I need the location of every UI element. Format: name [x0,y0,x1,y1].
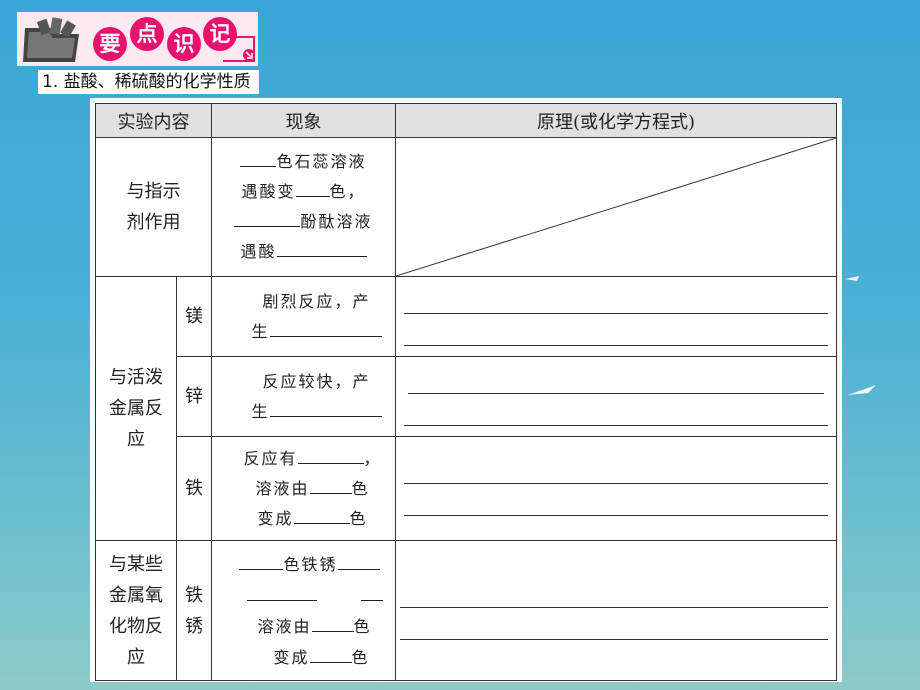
sparkle-icon [848,385,876,395]
answer-blank[interactable] [295,178,330,197]
answer-blank[interactable] [337,551,380,570]
answer-blank[interactable] [246,582,317,601]
phenomenon-magnesium: 剧烈反应，产 生 [211,276,396,357]
equation-line[interactable] [404,345,828,346]
metal-magnesium: 镁 [176,276,212,357]
equation-iron [395,436,837,541]
equation-line[interactable] [400,639,828,640]
table-row: 与某些 金属氧 化物反 应 铁 锈 色铁锈 溶液由色 变成色 [95,540,837,681]
equation-magnesium [395,276,837,357]
arrow-down-right-icon [243,49,255,61]
answer-blank[interactable] [360,582,383,601]
badge-char-1: 要 [93,27,127,61]
phenomenon-indicator: 色石蕊溶液 遇酸变 色， 酚酞溶液 遇酸 [211,137,396,277]
phenomenon-zinc: 反应较快，产 生 [211,356,396,437]
equation-line[interactable] [404,483,828,484]
badge-char-3: 识 [167,27,201,61]
phenomenon-iron: 反应有， 溶液由色 变成色 [211,436,396,541]
equation-rust [395,540,837,681]
sparkle-icon [845,276,859,281]
answer-blank[interactable] [240,148,277,167]
equation-zinc [395,356,837,437]
equation-line[interactable] [404,515,828,516]
answer-blank[interactable] [234,208,301,227]
answer-blank[interactable] [309,644,352,663]
principle-crossed-out [395,137,837,277]
row-label-oxides: 与某些 金属氧 化物反 应 [95,540,177,681]
answer-blank[interactable] [269,318,382,337]
table-row: 与活泼 金属反 应 镁 剧烈反应，产 生 [95,276,837,541]
answer-blank[interactable] [293,505,350,524]
table-row: 铁 反应有， 溶液由色 变成色 [96,436,837,541]
equation-line[interactable] [404,425,828,426]
section-badge: 要 点 识 记 [17,12,258,66]
oxide-rust: 铁 锈 [176,540,212,681]
answer-blank[interactable] [297,445,364,464]
table-row: 与指示 剂作用 色石蕊溶液 遇酸变 色， 酚酞溶液 遇酸 [95,137,837,277]
equation-line[interactable] [404,313,828,314]
header-phenomenon: 现象 [211,103,396,138]
answer-blank[interactable] [276,238,367,257]
header-experiment: 实验内容 [95,103,212,138]
equation-line[interactable] [408,393,824,394]
acid-properties-table: 实验内容 现象 原理(或化学方程式) 与指示 剂作用 色石蕊溶液 遇酸变 色， 酚… [95,103,837,681]
answer-blank[interactable] [269,398,382,417]
table-row: 锌 反应较快，产 生 [96,356,837,437]
answer-blank[interactable] [239,551,284,570]
badge-char-2: 点 [130,17,164,51]
equation-line[interactable] [400,607,828,608]
metal-zinc: 锌 [176,356,212,437]
section-subtitle: 1. 盐酸、稀硫酸的化学性质 [38,70,259,94]
answer-blank[interactable] [309,475,352,494]
phenomenon-rust: 色铁锈 溶液由色 变成色 [211,540,396,681]
row-label-metals: 与活泼 金属反 应 [95,276,177,541]
header-principle: 原理(或化学方程式) [395,103,837,138]
diagonal-slash [396,138,836,276]
folder-icon [23,17,79,62]
row-label-indicator: 与指示 剂作用 [95,137,212,277]
answer-blank[interactable] [311,613,354,632]
metal-iron: 铁 [176,436,212,541]
